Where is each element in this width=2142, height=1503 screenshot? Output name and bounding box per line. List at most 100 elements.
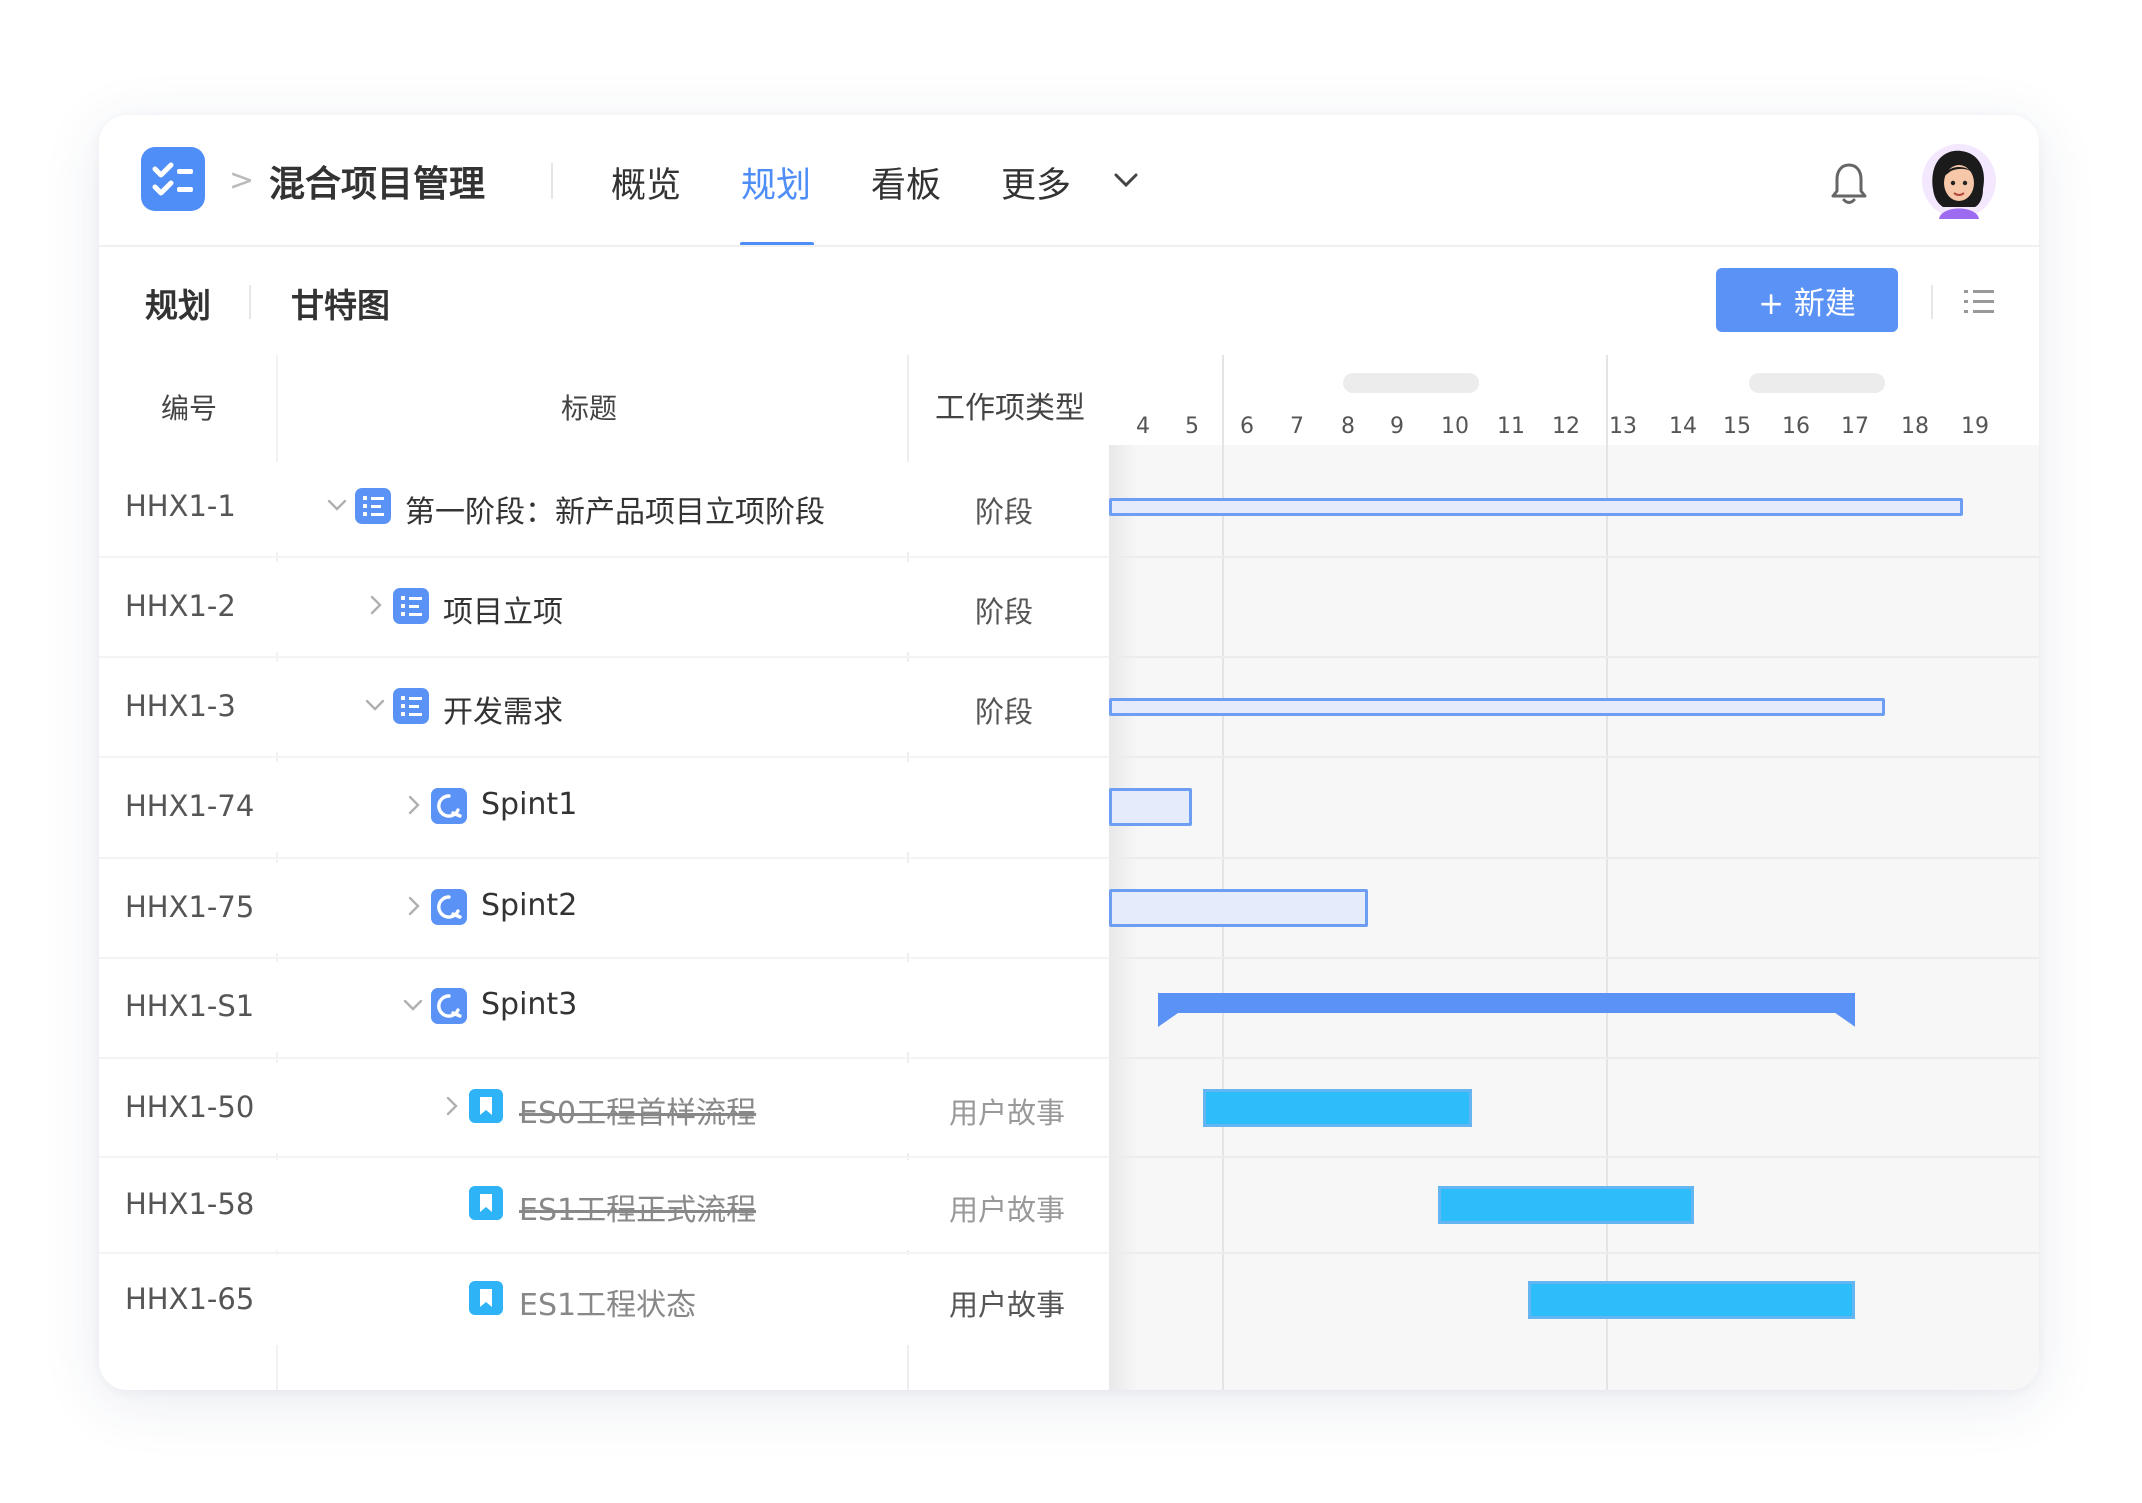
gantt-row-divider — [1109, 1251, 2039, 1254]
table-row[interactable] — [99, 562, 1109, 652]
day-tick-label: 11 — [1497, 414, 1525, 439]
gantt-bar[interactable] — [1203, 1089, 1472, 1127]
chevron-right-icon[interactable] — [401, 894, 425, 922]
title-divider — [551, 163, 553, 199]
breadcrumb-chevron-icon: > — [229, 163, 255, 198]
row-id: HHX1-65 — [125, 1282, 255, 1316]
subtab-planning[interactable]: 规划 — [145, 279, 211, 327]
chevron-down-icon[interactable] — [325, 493, 349, 521]
day-tick-label: 15 — [1723, 414, 1751, 439]
day-tick-label: 18 — [1901, 414, 1929, 439]
day-tick-label: 12 — [1552, 414, 1580, 439]
subtab-divider — [249, 285, 251, 319]
column-header-id: 编号 — [161, 392, 218, 425]
toolbar-divider — [1931, 285, 1933, 319]
row-type: 用户故事 — [949, 1193, 1066, 1227]
chevron-down-icon[interactable] — [363, 693, 387, 721]
day-tick-label: 10 — [1441, 414, 1469, 439]
tab-overview[interactable]: 概览 — [611, 157, 681, 208]
column-header-title: 标题 — [561, 392, 618, 425]
gantt-bar[interactable] — [1437, 1186, 1694, 1224]
day-tick-label: 9 — [1390, 414, 1404, 439]
row-id: HHX1-3 — [125, 689, 236, 723]
project-window: > 混合项目管理 概览 规划 看板 更多 规划 甘特图 + 新建 4 5 6 7… — [99, 115, 2039, 1390]
row-divider — [99, 1251, 1109, 1254]
sprint-icon — [431, 988, 467, 1028]
row-type: 阶段 — [975, 495, 1034, 529]
day-tick-label: 7 — [1290, 414, 1304, 439]
row-title[interactable]: Spint3 — [481, 987, 577, 1022]
project-title[interactable]: 混合项目管理 — [269, 155, 485, 207]
row-divider — [99, 656, 1109, 658]
row-type: 用户故事 — [949, 1288, 1066, 1322]
gantt-row-divider — [1109, 956, 2039, 959]
row-title[interactable]: Spint1 — [481, 787, 577, 822]
row-divider — [99, 956, 1109, 959]
day-tick-label: 6 — [1240, 414, 1254, 439]
subtab-gantt[interactable]: 甘特图 — [291, 279, 390, 327]
day-tick-label: 5 — [1185, 414, 1199, 439]
row-title[interactable]: 开发需求 — [443, 687, 563, 731]
day-tick-label: 14 — [1669, 414, 1697, 439]
user-avatar[interactable] — [1921, 143, 1997, 223]
column-header-type: 工作项类型 — [935, 391, 1085, 426]
gantt-bar[interactable] — [1109, 698, 1885, 716]
bookmark-icon — [469, 1089, 503, 1127]
chevron-right-icon[interactable] — [363, 593, 387, 621]
row-id: HHX1-S1 — [125, 989, 255, 1023]
gantt-row-divider — [1109, 656, 2039, 658]
project-logo-icon[interactable] — [141, 147, 205, 211]
row-title[interactable]: ES1工程状态 — [519, 1280, 696, 1324]
chevron-right-icon[interactable] — [439, 1094, 463, 1122]
day-tick-label: 17 — [1841, 414, 1869, 439]
row-type: 阶段 — [975, 595, 1034, 629]
gantt-bar[interactable] — [1109, 889, 1368, 927]
new-item-button[interactable]: + 新建 — [1716, 268, 1898, 332]
month-label-placeholder — [1749, 373, 1885, 393]
row-divider — [99, 856, 1109, 859]
row-type: 阶段 — [975, 695, 1034, 729]
stage-icon — [355, 488, 391, 528]
list-view-icon[interactable] — [1962, 287, 1996, 321]
row-title[interactable]: 第一阶段：新产品项目立项阶段 — [405, 487, 825, 531]
row-divider — [99, 1056, 1109, 1059]
day-tick-label: 8 — [1341, 414, 1355, 439]
gantt-row-divider — [1109, 556, 2039, 558]
gantt-bar[interactable] — [1109, 498, 1963, 516]
tab-more[interactable]: 更多 — [1001, 157, 1071, 208]
day-tick-label: 13 — [1609, 414, 1637, 439]
chevron-down-icon[interactable] — [1113, 171, 1139, 193]
sprint-icon — [431, 788, 467, 828]
row-title[interactable]: 项目立项 — [443, 587, 563, 631]
row-title[interactable]: ES0工程首样流程 — [519, 1088, 756, 1132]
gantt-bar[interactable] — [1527, 1281, 1855, 1319]
row-id: HHX1-2 — [125, 589, 236, 623]
gantt-row-divider — [1109, 1155, 2039, 1158]
header-divider — [99, 245, 2039, 247]
row-divider — [99, 556, 1109, 558]
chevron-right-icon[interactable] — [401, 793, 425, 821]
day-tick-label: 16 — [1782, 414, 1810, 439]
row-title[interactable]: ES1工程正式流程 — [519, 1185, 756, 1229]
day-tick-label: 4 — [1136, 414, 1150, 439]
gantt-summary-bar[interactable] — [1157, 993, 1855, 1033]
row-id: HHX1-1 — [125, 489, 236, 523]
row-title[interactable]: Spint2 — [481, 888, 577, 923]
gantt-row-divider — [1109, 856, 2039, 859]
row-id: HHX1-58 — [125, 1187, 255, 1221]
row-id: HHX1-74 — [125, 789, 255, 823]
bookmark-icon — [469, 1281, 503, 1319]
gantt-row-divider — [1109, 1056, 2039, 1059]
stage-icon — [393, 688, 429, 728]
gantt-row-divider — [1109, 756, 2039, 758]
table-row[interactable] — [99, 662, 1109, 752]
chevron-down-icon[interactable] — [401, 993, 425, 1021]
bell-icon[interactable] — [1829, 161, 1869, 209]
tab-planning[interactable]: 规划 — [741, 157, 811, 208]
month-label-placeholder — [1343, 373, 1479, 393]
day-tick-label: 19 — [1961, 414, 1989, 439]
row-type: 用户故事 — [949, 1096, 1066, 1130]
tab-board[interactable]: 看板 — [871, 157, 941, 208]
gantt-bar[interactable] — [1109, 788, 1192, 826]
row-divider — [99, 1155, 1109, 1158]
